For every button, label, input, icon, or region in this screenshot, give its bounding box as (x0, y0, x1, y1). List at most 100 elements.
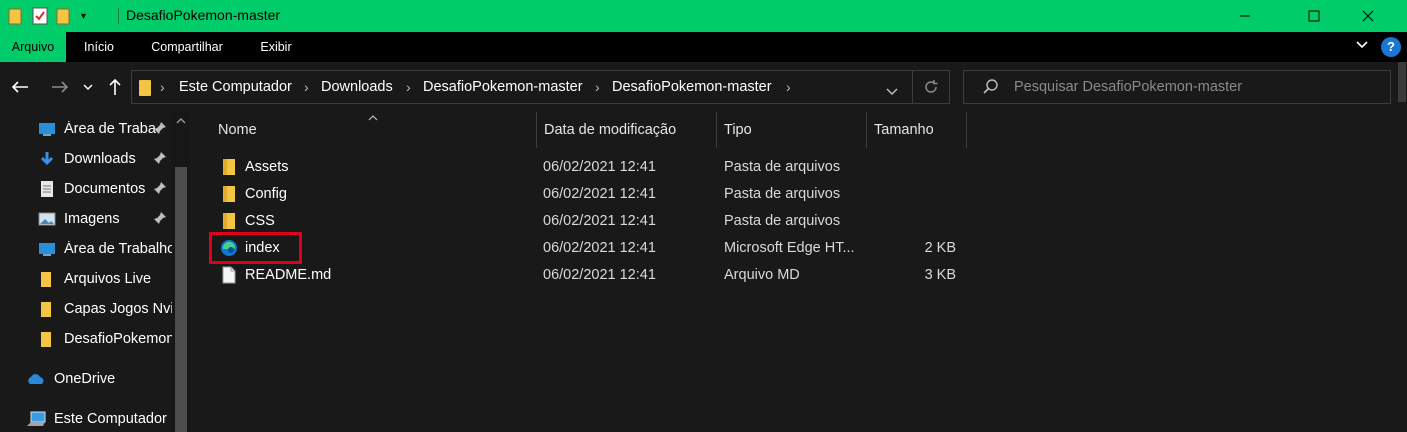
tab-inicio[interactable]: Início (74, 32, 124, 62)
sidebar-item-imagens[interactable]: Imagens (38, 204, 172, 234)
recent-locations-button[interactable] (77, 74, 99, 100)
folder-icon (41, 272, 51, 287)
forward-button[interactable] (47, 74, 73, 100)
breadcrumb-este-computador[interactable]: Este Computador (179, 79, 292, 95)
address-divider (912, 71, 913, 103)
table-row[interactable]: index 06/02/2021 12:41 Microsoft Edge HT… (192, 235, 1397, 262)
scrollbar-thumb[interactable] (175, 167, 187, 432)
download-icon (40, 152, 54, 166)
minimize-button[interactable] (1222, 0, 1268, 32)
sidebar-item-documentos[interactable]: Documentos (38, 174, 172, 204)
scroll-up-icon[interactable] (176, 116, 186, 128)
breadcrumb-downloads[interactable]: Downloads (321, 79, 393, 95)
sidebar-item-arquivos-live[interactable]: Arquivos Live (38, 264, 172, 294)
file-name: README.md (245, 267, 332, 283)
column-divider[interactable] (716, 112, 717, 148)
column-header-size[interactable]: Tamanho (874, 112, 934, 148)
file-type: Arquivo MD (724, 267, 800, 283)
file-size: 3 KB (924, 267, 956, 283)
table-row[interactable]: CSS 06/02/2021 12:41 Pasta de arquivos (192, 208, 1397, 235)
chevron-down-icon (83, 84, 93, 91)
file-size: 2 KB (924, 240, 956, 256)
pin-icon[interactable] (153, 181, 167, 198)
folder-icon (41, 302, 51, 317)
sidebar-item-area-de-trabalho[interactable]: Área de Trabalho (38, 234, 172, 264)
navigation-pane: Área de Traba Downloads Documentos Image… (0, 112, 192, 432)
sidebar-scrollbar[interactable] (172, 112, 190, 432)
breadcrumb-separator: › (160, 79, 165, 95)
desktop-icon (39, 123, 55, 136)
sidebar-item-downloads[interactable]: Downloads (38, 144, 172, 174)
column-header-name[interactable]: Nome (218, 112, 257, 148)
breadcrumb-separator[interactable]: › (786, 79, 791, 95)
window-scrollbar[interactable] (1397, 62, 1407, 432)
pin-icon[interactable] (153, 211, 167, 228)
address-dropdown-icon[interactable] (886, 83, 898, 99)
file-date: 06/02/2021 12:41 (543, 267, 656, 283)
sidebar-item-este-computador[interactable]: Este Computador (26, 404, 172, 432)
navigation-bar: › Este Computador › Downloads › DesafioP… (0, 62, 1407, 112)
title-separator (118, 8, 119, 24)
search-input[interactable]: Pesquisar DesafioPokemon-master (1014, 79, 1242, 95)
tab-exibir[interactable]: Exibir (252, 32, 300, 62)
help-button[interactable]: ? (1381, 37, 1401, 57)
back-arrow-icon (11, 81, 28, 93)
minimize-icon (1240, 15, 1250, 17)
column-header-date[interactable]: Data de modificação (544, 112, 676, 148)
breadcrumb-separator[interactable]: › (595, 79, 600, 95)
sidebar-item-label: Downloads (64, 151, 136, 167)
file-type: Pasta de arquivos (724, 213, 841, 229)
ribbon-tabs: Arquivo Início Compartilhar Exibir ? (0, 32, 1407, 62)
file-list: Nome Data de modificação Tipo Tamanho As… (192, 112, 1397, 432)
tab-arquivo[interactable]: Arquivo (0, 32, 66, 62)
pin-icon[interactable] (153, 121, 167, 138)
table-row[interactable]: Assets 06/02/2021 12:41 Pasta de arquivo… (192, 154, 1397, 181)
column-divider[interactable] (536, 112, 537, 148)
search-box[interactable]: Pesquisar DesafioPokemon-master (963, 70, 1391, 104)
sidebar-item-onedrive[interactable]: OneDrive (26, 364, 172, 394)
address-bar[interactable]: › Este Computador › Downloads › DesafioP… (131, 70, 950, 104)
scrollbar-thumb[interactable] (1398, 62, 1406, 102)
table-row[interactable]: README.md 06/02/2021 12:41 Arquivo MD 3 … (192, 262, 1397, 289)
up-button[interactable] (102, 74, 128, 100)
pin-icon[interactable] (153, 151, 167, 168)
maximize-button[interactable] (1291, 0, 1337, 32)
properties-icon[interactable] (32, 6, 48, 26)
breadcrumb-desafiopokemon-master[interactable]: DesafioPokemon-master (423, 79, 583, 95)
back-button[interactable] (7, 74, 33, 100)
image-icon (38, 212, 56, 226)
tab-compartilhar[interactable]: Compartilhar (140, 32, 234, 62)
sidebar-item-area-de-trabalho-pinned[interactable]: Área de Traba (38, 114, 172, 144)
title-bar: ▾ DesafioPokemon-master (0, 0, 1407, 32)
computer-icon (27, 411, 46, 426)
sidebar-item-capas-jogos[interactable]: Capas Jogos Nvi (38, 294, 172, 324)
table-row[interactable]: Config 06/02/2021 12:41 Pasta de arquivo… (192, 181, 1397, 208)
highlight-annotation (209, 232, 302, 264)
sidebar-item-label: Imagens (64, 211, 120, 227)
refresh-icon[interactable] (922, 78, 940, 99)
up-arrow-icon (109, 78, 121, 95)
cloud-icon (28, 374, 44, 384)
file-date: 06/02/2021 12:41 (543, 240, 656, 256)
sidebar-item-desafiopokemon[interactable]: DesafioPokemon (38, 324, 172, 354)
column-divider[interactable] (966, 112, 967, 148)
breadcrumb-separator[interactable]: › (406, 79, 411, 95)
file-type: Microsoft Edge HT... (724, 240, 855, 256)
sidebar-item-label: OneDrive (54, 371, 116, 387)
folder-icon (223, 159, 235, 175)
close-icon (1362, 10, 1374, 22)
new-folder-icon[interactable] (56, 6, 70, 26)
column-header-type[interactable]: Tipo (724, 112, 752, 148)
column-divider[interactable] (866, 112, 867, 148)
folder-icon (138, 79, 152, 100)
breadcrumb-desafiopokemon-master-current[interactable]: DesafioPokemon-master (612, 79, 772, 95)
quick-access-dropdown-icon[interactable]: ▾ (81, 6, 86, 26)
close-button[interactable] (1345, 0, 1391, 32)
expand-ribbon-icon[interactable] (1355, 38, 1369, 55)
breadcrumb-separator[interactable]: › (304, 79, 309, 95)
sidebar-item-label: Este Computador (54, 411, 167, 427)
file-icon (222, 266, 236, 284)
folder-icon (223, 186, 235, 202)
folder-icon (41, 332, 51, 347)
folder-icon[interactable] (8, 6, 22, 26)
